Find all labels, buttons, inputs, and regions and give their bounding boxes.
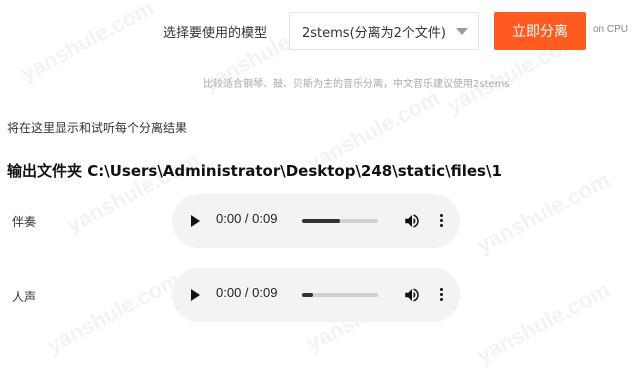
watermark: yanshule.com <box>42 267 184 359</box>
seek-bar-fill <box>302 293 314 297</box>
output-folder-heading: 输出文件夹 C:\Users\Administrator\Desktop\248… <box>7 162 502 180</box>
volume-icon[interactable] <box>403 286 421 304</box>
seek-bar[interactable] <box>302 293 378 297</box>
audio-player-accompaniment: 0:00 / 0:09 <box>172 194 460 248</box>
seek-bar-fill <box>302 219 340 223</box>
model-select-value: 2stems(分离为2个文件) <box>302 25 446 41</box>
time-display: 0:00 / 0:09 <box>216 211 278 226</box>
play-icon[interactable] <box>191 215 200 227</box>
model-label: 选择要使用的模型 <box>163 26 268 41</box>
cpu-note: on CPU <box>593 24 629 35</box>
chevron-down-icon <box>456 28 468 35</box>
track-label-accompaniment: 伴奏 <box>12 215 37 229</box>
audio-player-vocals: 0:00 / 0:09 <box>172 268 460 322</box>
more-options-icon[interactable] <box>438 286 444 304</box>
results-note: 将在这里显示和试听每个分离结果 <box>7 121 188 135</box>
play-icon[interactable] <box>191 289 200 301</box>
watermark: yanshule.com <box>472 277 614 369</box>
separate-button[interactable]: 立即分离 <box>494 12 586 50</box>
model-select[interactable]: 2stems(分离为2个文件) <box>289 12 479 50</box>
model-hint: 比较适合钢琴、鼓、贝斯为主的音乐分离，中文音乐建议使用2stems <box>203 79 510 90</box>
time-display: 0:00 / 0:09 <box>216 285 278 300</box>
seek-bar[interactable] <box>302 219 378 223</box>
watermark: yanshule.com <box>16 0 158 87</box>
track-label-vocals: 人声 <box>12 290 37 304</box>
more-options-icon[interactable] <box>438 212 444 230</box>
volume-icon[interactable] <box>403 212 421 230</box>
